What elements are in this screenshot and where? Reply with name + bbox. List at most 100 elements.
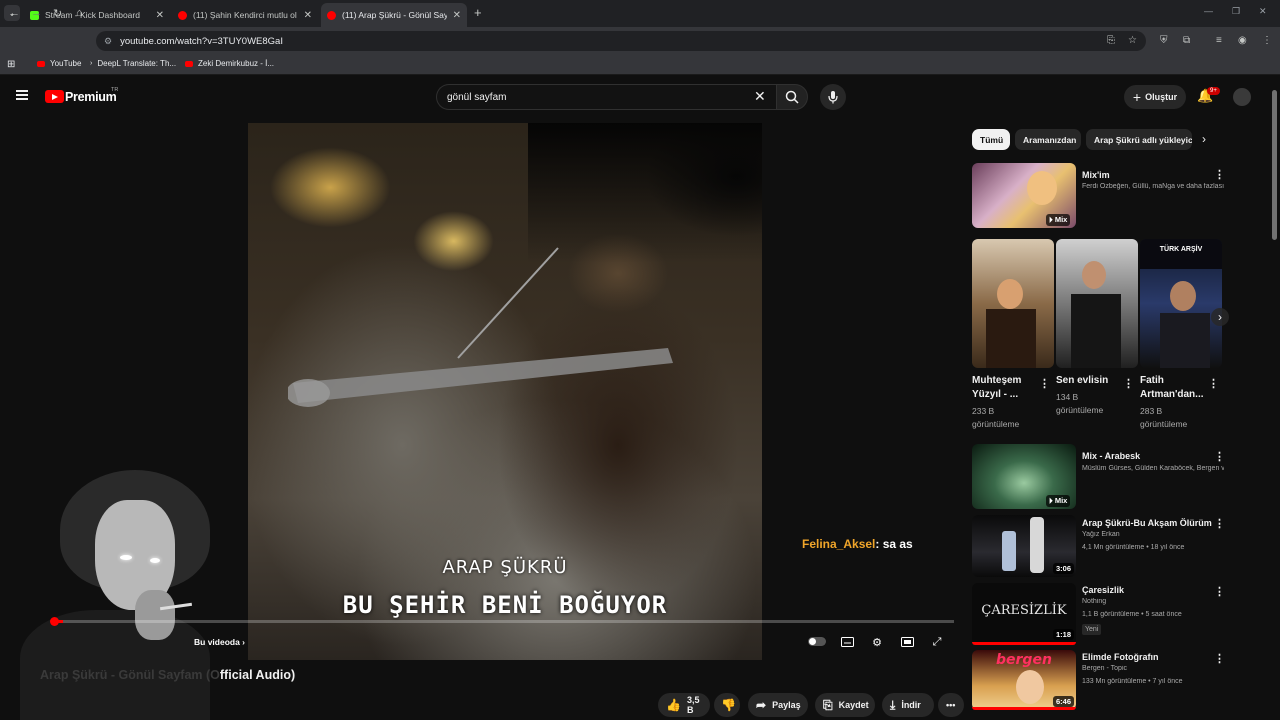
- mix-badge: ⏵ Mix: [1046, 495, 1071, 507]
- download-button[interactable]: ⤓ İndir: [882, 693, 934, 717]
- more-vert-icon[interactable]: ⋮: [1214, 652, 1225, 665]
- extensions-icon[interactable]: ⧉: [1183, 35, 1190, 46]
- clear-search-icon[interactable]: ✕: [754, 88, 766, 105]
- related-meta: 1,1 B görüntüleme • 5 saat önce: [1082, 611, 1182, 618]
- more-vert-icon[interactable]: ⋮: [1123, 377, 1134, 390]
- search-input[interactable]: gönül sayfam: [436, 84, 776, 110]
- related-title[interactable]: Çaresizlik: [1082, 584, 1212, 596]
- short-title-2[interactable]: Sen evlisin: [1056, 374, 1126, 388]
- back-icon[interactable]: ←: [9, 7, 20, 19]
- short-thumbnail-3[interactable]: TÜRK ARŞİV: [1140, 239, 1222, 368]
- in-this-video-button[interactable]: Bu videoda ›: [194, 637, 245, 647]
- more-actions-button[interactable]: •••: [938, 693, 964, 717]
- bookmark-star-icon[interactable]: ☆: [1128, 35, 1137, 46]
- youtube-favicon-icon: [185, 60, 193, 67]
- address-bar[interactable]: ⚙ youtube.com/watch?v=3TUY0WE8GaI: [96, 31, 1146, 51]
- youtube-logo-icon[interactable]: [45, 90, 64, 103]
- related-title[interactable]: Arap Şükrü-Bu Akşam Ölürüm: [1082, 517, 1212, 529]
- video-progress-bar[interactable]: [54, 620, 954, 623]
- account-avatar[interactable]: [1233, 88, 1251, 106]
- install-app-icon[interactable]: ⎘: [1107, 35, 1115, 46]
- chevron-right-icon[interactable]: ›: [1202, 132, 1206, 146]
- turk-arsiv-logo: TÜRK ARŞİV: [1140, 239, 1222, 269]
- share-button[interactable]: ➦ Paylaş: [748, 693, 808, 717]
- site-info-icon[interactable]: ⚙: [104, 36, 112, 47]
- thumbs-up-icon: 👍: [666, 698, 681, 712]
- short-views-1: 233 B görüntüleme: [972, 406, 1020, 429]
- save-button[interactable]: ⎘ Kaydet: [815, 693, 875, 717]
- brand-text[interactable]: Premium: [65, 90, 117, 104]
- chip-all[interactable]: Tümü: [972, 129, 1010, 150]
- tab-arap-sukru[interactable]: (11) Arap Şükrü - Gönül Sayfam ✕: [321, 3, 467, 27]
- short-title-3[interactable]: Fatih Artman'dan...: [1140, 374, 1210, 402]
- youtube-favicon-icon: [327, 10, 336, 20]
- more-vert-icon[interactable]: ⋮: [1214, 517, 1225, 530]
- extension-shield-icon[interactable]: ⛨: [1160, 35, 1168, 46]
- bookmark-zeki[interactable]: Zeki Demirkubuz - İ...: [185, 59, 274, 68]
- dislike-button[interactable]: 👎: [714, 693, 740, 717]
- short-title-1[interactable]: Muhteşem Yüzyıl - ...: [972, 374, 1042, 402]
- new-tab-button[interactable]: +: [474, 5, 482, 20]
- settings-gear-icon[interactable]: ⚙: [870, 636, 884, 649]
- hamburger-menu-icon[interactable]: [16, 90, 28, 100]
- related-channel[interactable]: Nothing: [1082, 598, 1212, 605]
- url-text: youtube.com/watch?v=3TUY0WE8GaI: [120, 35, 283, 47]
- short-views-2: 134 B görüntüleme: [1056, 392, 1104, 415]
- tab-kick-dashboard[interactable]: Stream - Kick Dashboard ✕: [24, 3, 170, 27]
- more-vert-icon[interactable]: ⋮: [1039, 377, 1050, 390]
- shorts-next-icon[interactable]: ›: [1211, 308, 1229, 326]
- related-title[interactable]: Mix - Arabesk: [1082, 450, 1202, 462]
- short-thumbnail-2[interactable]: [1056, 239, 1138, 368]
- more-vert-icon[interactable]: ⋮: [1214, 168, 1225, 181]
- watched-progress: [972, 707, 1076, 710]
- theater-mode-icon[interactable]: [900, 636, 914, 648]
- home-icon[interactable]: ⌂: [76, 7, 83, 19]
- more-vert-icon[interactable]: ⋮: [1214, 585, 1225, 598]
- bookmark-deepl[interactable]: › DeepL Translate: Th...: [90, 59, 176, 68]
- new-badge: Yeni: [1082, 624, 1102, 635]
- share-icon: ➦: [756, 698, 767, 712]
- forward-icon[interactable]: →: [31, 7, 42, 19]
- related-title[interactable]: Elimde Fotoğrafın: [1082, 651, 1212, 663]
- mix-title[interactable]: Mix'im: [1082, 169, 1202, 181]
- autoplay-toggle[interactable]: [808, 637, 826, 646]
- create-button[interactable]: + Oluştur: [1124, 85, 1186, 109]
- bookmark-youtube[interactable]: YouTube: [37, 59, 81, 68]
- page-scrollbar[interactable]: [1272, 90, 1277, 240]
- voice-search-button[interactable]: [820, 84, 846, 110]
- chip-from-uploader[interactable]: Arap Şükrü adlı yükleyiciden: [1086, 129, 1192, 150]
- more-vert-icon[interactable]: ⋮: [1208, 377, 1219, 390]
- media-controls-icon[interactable]: ≡: [1216, 35, 1222, 46]
- youtube-favicon-icon: [37, 60, 45, 67]
- profile-icon[interactable]: ◉: [1238, 35, 1247, 46]
- notification-count-badge: 9+: [1207, 87, 1220, 95]
- search-button[interactable]: [776, 84, 808, 110]
- more-vert-icon[interactable]: ⋮: [1214, 450, 1225, 463]
- bookmark-icon: ⎘: [823, 697, 833, 712]
- plus-icon: +: [1132, 89, 1142, 105]
- related-channel[interactable]: Bergen - Topic: [1082, 665, 1212, 672]
- close-tab-icon[interactable]: ✕: [304, 10, 312, 21]
- short-thumbnail-1[interactable]: [972, 239, 1054, 368]
- restore-icon[interactable]: ❐: [1232, 6, 1240, 17]
- close-tab-icon[interactable]: ✕: [156, 10, 164, 21]
- close-tab-icon[interactable]: ✕: [453, 10, 461, 21]
- close-window-icon[interactable]: ✕: [1259, 6, 1267, 17]
- deepl-icon: ›: [90, 60, 93, 67]
- fullscreen-icon[interactable]: ⤢: [930, 636, 944, 648]
- related-channel[interactable]: Yağız Erkan: [1082, 531, 1212, 538]
- reload-icon[interactable]: ↻: [53, 7, 62, 20]
- browser-menu-icon[interactable]: ⋮: [1262, 35, 1272, 46]
- apps-grid-icon[interactable]: ⊞: [7, 59, 15, 70]
- like-button[interactable]: 👍 3,5 B: [658, 693, 710, 717]
- progress-scrubber[interactable]: [50, 617, 59, 626]
- video-player[interactable]: ARAP ŞÜKRÜ BU ŞEHİR BENİ BOĞUYOR: [248, 123, 762, 660]
- duration-badge: 3:06: [1053, 563, 1075, 574]
- subtitles-icon[interactable]: [840, 636, 854, 648]
- minimize-icon[interactable]: —: [1204, 6, 1213, 16]
- chip-from-search[interactable]: Aramanızdan: [1015, 129, 1081, 150]
- more-horizontal-icon: •••: [946, 700, 956, 710]
- tab-sahin-kendirci[interactable]: (11) Şahin Kendirci mutlu ol yeter ✕: [172, 3, 318, 27]
- subtitle-artist: ARAP ŞÜKRÜ: [442, 557, 568, 578]
- country-code: TR: [111, 87, 119, 93]
